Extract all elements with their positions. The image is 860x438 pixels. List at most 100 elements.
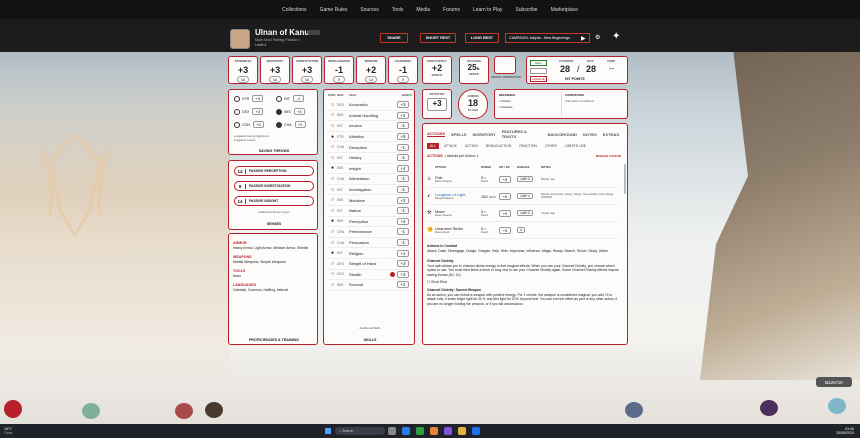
attack-row[interactable]: ⚒ Mace Melee Weapon 5 ft. Reach +5 1d6+3 S… — [427, 205, 619, 222]
rest-checkbox[interactable]: ☐ Short Rest — [427, 280, 619, 285]
ability-intelligence[interactable]: INTELLIGENCE -1 9 — [324, 56, 354, 84]
add-conditions-link[interactable]: Add Active Conditions — [565, 99, 594, 103]
app-icon[interactable] — [472, 427, 480, 435]
filter-other[interactable]: OTHER — [542, 143, 560, 149]
inspiration-toggle[interactable] — [494, 56, 516, 74]
skill-row[interactable]: ○ INT Investigation -1 — [328, 185, 412, 196]
skill-row[interactable]: ○ INT History -1 — [328, 153, 412, 164]
share-button[interactable]: SHARE — [380, 33, 408, 43]
skill-row[interactable]: ○ INT Arcana -1 — [328, 121, 412, 132]
long-rest-button[interactable]: LONG REST — [465, 33, 499, 43]
save-int[interactable]: INT -1 — [276, 95, 304, 102]
save-cha[interactable]: CHA +1 — [276, 121, 306, 128]
nav-game-rules[interactable]: Game Rules — [320, 7, 348, 13]
nav-tools[interactable]: Tools — [392, 7, 404, 13]
app-icon[interactable] — [444, 427, 452, 435]
skill-row[interactable]: ○ WIS Medicine +2 — [328, 195, 412, 206]
short-rest-button[interactable]: SHORT REST — [420, 33, 456, 43]
ability-wisdom[interactable]: WISDOM +2 14 — [356, 56, 386, 84]
app-icon[interactable] — [416, 427, 424, 435]
search-box[interactable]: ⌕ Search — [335, 427, 385, 435]
weather-widget[interactable]: 16°C Clear — [0, 427, 60, 435]
tab-inventory[interactable]: INVENTORY — [473, 132, 496, 137]
attack-damage[interactable]: 4 — [517, 227, 525, 233]
start-icon[interactable] — [325, 428, 331, 434]
attack-row[interactable]: ✊ Unarmed Strike Melee Attack 5 ft. Reach … — [427, 222, 619, 239]
ability-charisma[interactable]: CHARISMA -1 9 — [388, 56, 418, 84]
attack-hit[interactable]: +5 — [499, 226, 511, 234]
filter-reaction[interactable]: REACTION — [516, 143, 540, 149]
skill-row[interactable]: ● INT Religion +1 — [328, 248, 412, 259]
tab-actions[interactable]: ACTIONS — [427, 131, 445, 137]
skill-row[interactable]: ○ DEX Acrobatics +3 — [328, 100, 412, 111]
initiative-box[interactable]: INITIATIVE +3 — [422, 89, 452, 119]
app-icon[interactable] — [430, 427, 438, 435]
filter-attack[interactable]: ATTACK — [441, 143, 460, 149]
filter-action[interactable]: ACTION — [462, 143, 481, 149]
save-wis[interactable]: WIS +4 — [276, 108, 305, 115]
attack-hit[interactable]: +6 — [499, 192, 511, 200]
filter-limited-use[interactable]: LIMITED USE — [562, 143, 589, 149]
app-icon[interactable] — [458, 427, 466, 435]
dice-widget[interactable]: ⚄ 12671K — [816, 377, 852, 387]
attack-damage[interactable]: 1d6+3 — [517, 210, 533, 216]
nav-subscribe[interactable]: Subscribe — [515, 7, 537, 13]
tab-notes[interactable]: NOTES — [583, 132, 597, 137]
skill-row[interactable]: ○ CHA Intimidation -1 — [328, 174, 412, 185]
save-con[interactable]: CON +3 — [234, 121, 276, 128]
filter-all[interactable]: ALL — [427, 143, 440, 149]
skill-row[interactable]: ○ CHA Performance -1 — [328, 227, 412, 238]
tab-features[interactable]: FEATURES & TRAITS — [502, 129, 542, 139]
app-icon[interactable] — [402, 427, 410, 435]
attack-hit[interactable]: +5 — [499, 175, 511, 183]
app-icon[interactable] — [388, 427, 396, 435]
campaign-button[interactable]: CAMPAIGN: Aalyria - New Beginnings — [505, 33, 590, 43]
save-str[interactable]: STR +3 — [234, 95, 276, 102]
manage-custom-link[interactable]: MANAGE CUSTOM — [596, 154, 621, 158]
nav-sources[interactable]: Sources — [360, 7, 378, 13]
nav-forums[interactable]: Forums — [443, 7, 460, 13]
heal-button[interactable]: HEAL — [530, 60, 547, 66]
save-dex[interactable]: DEX +3 — [234, 108, 276, 115]
sense-row[interactable]: 14 PASSIVE INSIGHT — [234, 196, 314, 206]
skill-row[interactable]: ● WIS Insight +4 — [328, 164, 412, 175]
skill-row[interactable]: ○ CHA Deception -1 — [328, 142, 412, 153]
additional-skills-link[interactable]: Additional Skills — [324, 326, 416, 330]
additional-senses-link[interactable]: Additional Sense Types — [229, 210, 319, 214]
skill-row[interactable]: ● STR Athletics +5 — [328, 132, 412, 143]
nav-media[interactable]: Media — [416, 7, 430, 13]
skill-row[interactable]: ○ WIS Animal Handling +2 — [328, 111, 412, 122]
skill-row[interactable]: ○ WIS Survival +2 — [328, 280, 412, 291]
skill-row[interactable]: ○ DEX Stealth +3 — [328, 270, 412, 281]
skill-row[interactable]: ○ DEX Sleight of Hand +3 — [328, 259, 412, 270]
attack-hit[interactable]: +5 — [499, 209, 511, 217]
ability-constitution[interactable]: CONSTITUTION +3 16 — [292, 56, 322, 84]
nav-marketplace[interactable]: Marketplace — [551, 7, 578, 13]
skill-row[interactable]: ○ INT Nature -1 — [328, 206, 412, 217]
attack-damage[interactable]: 1d8+4 — [517, 193, 533, 199]
damage-button[interactable]: DAMAGE — [530, 76, 547, 82]
nav-learn[interactable]: Learn to Play — [473, 7, 502, 13]
ability-dexterity[interactable]: DEXTERITY +3 16 — [260, 56, 290, 84]
tab-extras[interactable]: EXTRAS — [603, 132, 619, 137]
attack-damage[interactable]: 1d8+3 — [517, 176, 533, 182]
settings-icon[interactable]: ⚙ — [595, 34, 600, 41]
tab-background[interactable]: BACKGROUND — [548, 132, 577, 137]
nav-collections[interactable]: Collections — [282, 7, 306, 13]
filter-bonus-action[interactable]: BONUS ACTION — [483, 143, 515, 149]
scrollbar[interactable] — [624, 164, 626, 194]
sense-row[interactable]: 14 PASSIVE PERCEPTION — [234, 166, 314, 176]
tab-spells[interactable]: SPELLS — [451, 132, 467, 137]
attack-row[interactable]: ⚔ Flail Melee Weapon 5 ft. Reach +5 1d8+3 … — [427, 171, 619, 188]
ability-strength[interactable]: STRENGTH +3 16 — [228, 56, 258, 84]
clock[interactable]: 03:46 25/08/2025 — [836, 427, 860, 435]
skill-row[interactable]: ○ CHA Persuasion -1 — [328, 238, 412, 249]
hp-input[interactable] — [530, 68, 547, 74]
play-icon[interactable]: ▶ — [581, 35, 586, 42]
attack-row[interactable]: ➹ Longbow of Light Ranged Weapon 150 (600… — [427, 188, 619, 205]
skill-row[interactable]: ● WIS Perception +4 — [328, 217, 412, 228]
dice-roller-icon[interactable] — [4, 400, 22, 418]
avatar[interactable] — [230, 29, 250, 49]
hp-temp[interactable]: -- — [609, 64, 614, 73]
sense-row[interactable]: 9 PASSIVE INVESTIGATION — [234, 181, 314, 191]
